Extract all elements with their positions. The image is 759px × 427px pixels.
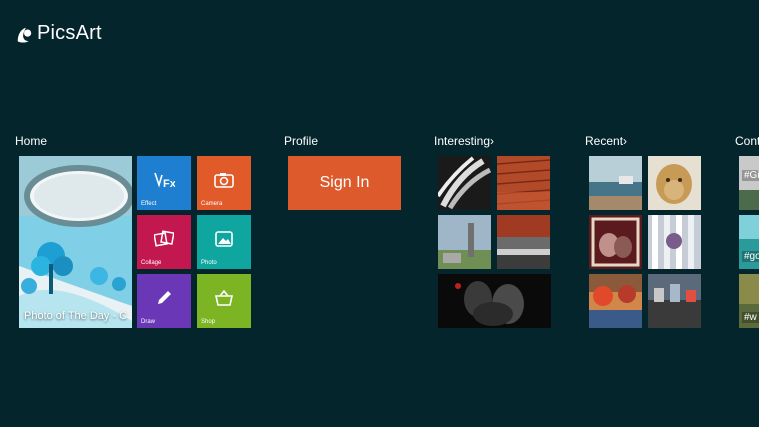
contest-photo[interactable]: #w <box>739 274 759 328</box>
recent-photo[interactable] <box>589 215 642 269</box>
camera-tile[interactable]: Camera <box>197 156 251 210</box>
svg-text:Fx: Fx <box>163 178 175 189</box>
chevron-right-icon: › <box>490 134 495 148</box>
interesting-photo-image <box>438 156 491 210</box>
shopping-basket-icon <box>215 289 233 306</box>
photo-tile-label: Photo <box>201 260 217 266</box>
interesting-photo[interactable] <box>438 156 491 210</box>
contest-hashtag: #w <box>742 312 759 323</box>
interesting-photo-image <box>497 156 550 210</box>
camera-tile-label: Camera <box>201 201 223 207</box>
chevron-right-icon: › <box>623 134 628 148</box>
interesting-photo-image <box>438 274 551 328</box>
contest-hashtag: #go <box>742 251 759 262</box>
recent-photo-image <box>589 215 642 269</box>
section-title-recent[interactable]: Recent› <box>585 134 627 148</box>
shop-tile[interactable]: Shop <box>197 274 251 328</box>
interesting-photo[interactable] <box>438 274 551 328</box>
camera-icon <box>214 172 234 188</box>
photo-icon <box>215 230 233 247</box>
pencil-icon <box>158 290 171 304</box>
draw-tile[interactable]: Draw <box>137 274 191 328</box>
section-title-interesting[interactable]: Interesting› <box>434 134 494 148</box>
shop-tile-label: Shop <box>201 319 216 325</box>
interesting-photo-image <box>497 215 550 269</box>
collage-icon <box>154 230 174 247</box>
effect-tile[interactable]: Fx Effect <box>137 156 191 210</box>
recent-photo-image <box>648 274 701 328</box>
recent-photo[interactable] <box>648 156 701 210</box>
interesting-photo[interactable] <box>497 156 550 210</box>
recent-photo[interactable] <box>589 156 642 210</box>
interesting-photo[interactable] <box>497 215 550 269</box>
contest-photo[interactable]: #go <box>739 215 759 269</box>
section-title-recent-label: Recent <box>585 134 624 148</box>
contest-photo-image <box>739 156 759 210</box>
contest-hashtag: #Gi <box>742 170 759 181</box>
recent-photo[interactable] <box>589 274 642 328</box>
photo-tile[interactable]: Photo <box>197 215 251 269</box>
photo-of-the-day-label: Photo of The Day - C <box>24 310 128 322</box>
picsart-logo-icon <box>17 27 32 43</box>
app-logo: PicsArt <box>15 22 102 45</box>
app-title: PicsArt <box>37 22 102 44</box>
section-title-contests[interactable]: Conte <box>735 134 759 148</box>
recent-photo-image <box>648 215 701 269</box>
recent-photo[interactable] <box>648 274 701 328</box>
recent-photo[interactable] <box>648 215 701 269</box>
effect-fx-icon: Fx <box>154 172 175 189</box>
interesting-photo-image <box>438 215 491 269</box>
recent-photo-image <box>648 156 701 210</box>
interesting-photo[interactable] <box>438 215 491 269</box>
section-title-profile: Profile <box>284 134 319 148</box>
effect-tile-label: Effect <box>141 201 157 207</box>
collage-tile[interactable]: Collage <box>137 215 191 269</box>
section-title-home: Home <box>15 134 48 148</box>
sign-in-button[interactable]: Sign In <box>288 156 401 210</box>
photo-of-the-day-image <box>19 156 132 328</box>
section-title-interesting-label: Interesting <box>434 134 491 148</box>
contest-photo[interactable]: #Gi <box>739 156 759 210</box>
recent-photo-image <box>589 156 642 210</box>
recent-photo-image <box>589 274 642 328</box>
collage-tile-label: Collage <box>141 260 162 266</box>
draw-tile-label: Draw <box>141 319 156 325</box>
photo-of-the-day-tile[interactable]: Photo of The Day - C <box>19 156 132 328</box>
